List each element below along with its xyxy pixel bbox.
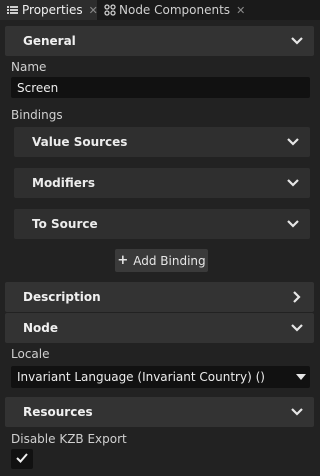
add-binding-label: Add Binding [133,253,206,268]
chevron-down-icon [290,34,304,48]
subsection-to-source[interactable]: To Source [14,209,310,239]
list-icon [7,4,18,16]
modifiers-title: Modifiers [32,176,95,190]
tab-node-components[interactable]: Node Components ✕ [98,0,246,20]
name-value: Screen [17,80,59,95]
name-label: Name [11,60,47,74]
disable-kzb-export-label: Disable KZB Export [11,432,127,446]
section-general-title: General [23,34,76,48]
add-binding-button[interactable]: + Add Binding [115,249,208,272]
section-description[interactable]: Description [5,282,314,312]
chevron-down-icon [286,217,300,231]
name-field[interactable]: Screen [11,77,310,98]
to-source-title: To Source [32,217,98,231]
chevron-down-icon [286,176,300,190]
bindings-label: Bindings [11,108,63,122]
section-description-title: Description [23,290,101,304]
dropdown-arrow-icon [296,374,306,380]
section-resources[interactable]: Resources [5,397,314,427]
checkmark-icon [16,452,28,466]
value-sources-title: Value Sources [32,135,128,149]
components-icon [104,4,116,16]
close-icon[interactable]: ✕ [236,4,245,17]
subsection-modifiers[interactable]: Modifiers [14,168,310,198]
chevron-down-icon [290,405,304,419]
chevron-down-icon [290,321,304,335]
subsection-value-sources[interactable]: Value Sources [14,127,310,157]
close-icon[interactable]: ✕ [89,4,98,17]
section-general[interactable]: General [5,26,314,56]
chevron-right-icon [290,290,304,304]
tab-node-components-label: Node Components [119,3,231,17]
locale-dropdown[interactable]: Invariant Language (Invariant Country) (… [11,366,310,388]
locale-value: Invariant Language (Invariant Country) (… [17,370,265,384]
plus-icon: + [117,253,129,268]
tab-bar: Properties ✕ Node Components ✕ [0,0,320,20]
section-resources-title: Resources [23,405,93,419]
tab-properties-label: Properties [22,3,83,17]
chevron-down-icon [286,135,300,149]
section-node-title: Node [23,321,59,335]
tab-properties[interactable]: Properties ✕ [0,0,98,20]
disable-kzb-export-checkbox[interactable] [11,449,33,469]
locale-label: Locale [11,347,50,361]
section-node[interactable]: Node [5,313,314,343]
